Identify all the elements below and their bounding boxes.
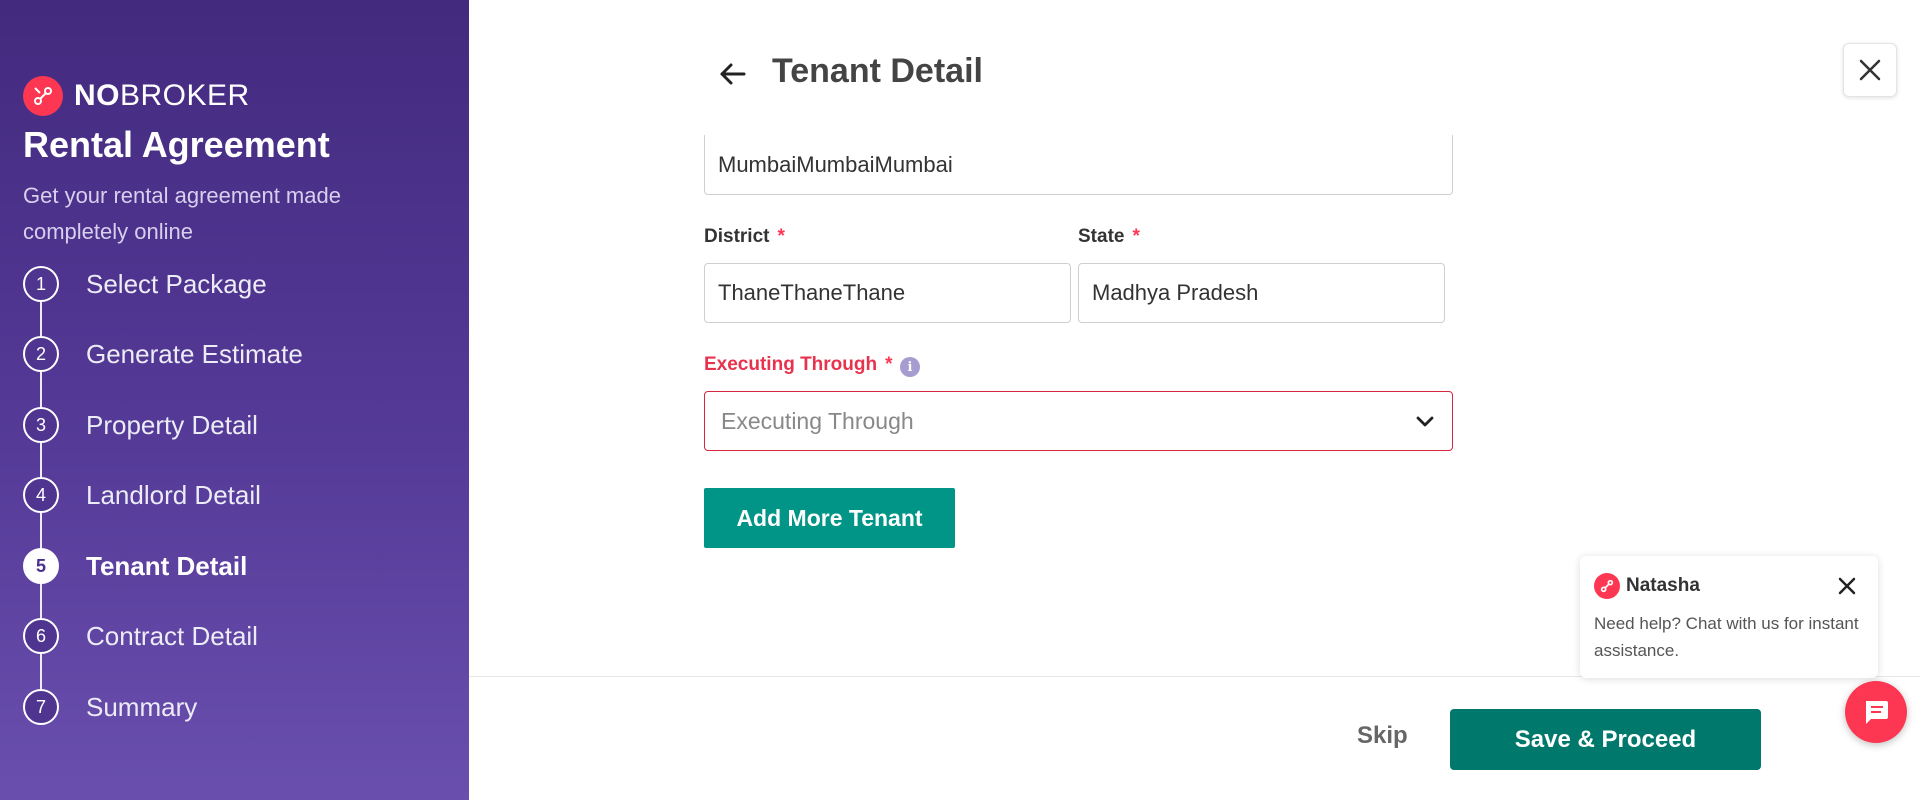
step-number: 2 [23, 336, 59, 372]
close-icon [1859, 59, 1881, 81]
nobroker-logo-icon [1600, 579, 1614, 593]
select-placeholder: Executing Through [721, 407, 914, 434]
sidebar-title: Rental Agreement [23, 124, 330, 165]
step-number: 6 [23, 618, 59, 654]
step-contract-detail[interactable]: 6 Contract Detail [23, 618, 258, 654]
step-label: Summary [86, 691, 198, 722]
page-title: Tenant Detail [772, 52, 983, 90]
step-label: Contract Detail [86, 620, 258, 651]
back-arrow-icon[interactable] [716, 57, 750, 91]
required-asterisk: * [777, 226, 785, 247]
step-label: Landlord Detail [86, 479, 261, 510]
executing-through-label: Executing Through * [704, 354, 893, 376]
step-label: Generate Estimate [86, 338, 303, 369]
logo-broker: BROKER [120, 79, 250, 112]
step-property-detail[interactable]: 3 Property Detail [23, 407, 258, 443]
close-button[interactable] [1843, 43, 1897, 97]
step-label: Property Detail [86, 409, 258, 440]
skip-button[interactable]: Skip [1357, 722, 1408, 750]
nobroker-logo[interactable]: NOBROKER [23, 76, 250, 116]
chat-avatar [1594, 573, 1620, 599]
state-label-text: State [1078, 226, 1125, 247]
step-label: Tenant Detail [86, 550, 248, 581]
step-landlord-detail[interactable]: 4 Landlord Detail [23, 477, 261, 513]
info-icon[interactable]: i [900, 357, 920, 377]
step-number: 4 [23, 477, 59, 513]
district-label: District * [704, 226, 785, 248]
district-field[interactable]: ThaneThaneThane [704, 263, 1071, 323]
nobroker-logo-icon [23, 76, 63, 116]
chat-bubble-icon [1866, 701, 1888, 724]
chat-agent-name: Natasha [1626, 575, 1700, 596]
chevron-down-icon [1416, 416, 1434, 427]
step-number: 7 [23, 689, 59, 725]
step-tenant-detail[interactable]: 5 Tenant Detail [23, 548, 247, 584]
step-number: 3 [23, 407, 59, 443]
state-label: State * [1078, 226, 1140, 248]
step-select-package[interactable]: 1 Select Package [23, 266, 267, 302]
district-label-text: District [704, 226, 770, 247]
sidebar: NOBROKER Rental Agreement Get your renta… [0, 0, 469, 800]
required-asterisk: * [885, 354, 893, 375]
step-number: 1 [23, 266, 59, 302]
state-field[interactable]: Madhya Pradesh [1078, 263, 1445, 323]
executing-through-select[interactable]: Executing Through [704, 391, 1453, 451]
chat-launcher-button[interactable] [1845, 681, 1907, 743]
step-generate-estimate[interactable]: 2 Generate Estimate [23, 336, 303, 372]
required-asterisk: * [1132, 226, 1140, 247]
city-field[interactable]: MumbaiMumbaiMumbai [704, 135, 1453, 195]
save-proceed-button[interactable]: Save & Proceed [1450, 709, 1761, 770]
chat-message: Need help? Chat with us for instant assi… [1594, 614, 1859, 660]
chat-close-icon[interactable] [1837, 576, 1857, 596]
executing-through-label-text: Executing Through [704, 354, 878, 375]
step-label: Select Package [86, 268, 267, 299]
step-summary[interactable]: 7 Summary [23, 689, 197, 725]
chat-popup[interactable]: Natasha Need help? Chat with us for inst… [1580, 556, 1878, 678]
add-more-tenant-button[interactable]: Add More Tenant [704, 488, 955, 548]
logo-wordmark: NOBROKER [74, 79, 250, 113]
logo-no: NO [74, 79, 120, 112]
step-number: 5 [23, 548, 59, 584]
sidebar-subtitle: Get your rental agreement made completel… [23, 183, 341, 244]
